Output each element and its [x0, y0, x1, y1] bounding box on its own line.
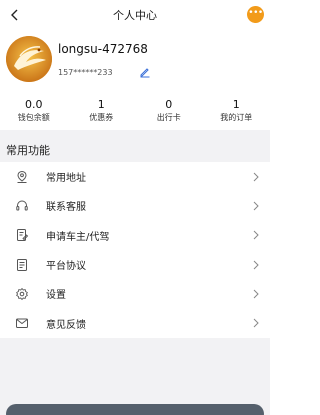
menu-label: 意见反馈	[46, 319, 86, 331]
menu-label: 设置	[46, 290, 66, 302]
menu-item-apply-driver[interactable]: 申请车主/代驾	[0, 221, 270, 250]
document-icon	[14, 257, 30, 273]
avatar[interactable]	[6, 36, 52, 82]
back-button[interactable]	[6, 6, 24, 24]
stat-label: 出行卡	[156, 113, 181, 122]
chevron-right-icon	[253, 289, 259, 299]
stat-label: 我的订单	[220, 113, 253, 122]
more-dots-icon: •••	[248, 7, 263, 18]
phone-number: 157******233	[58, 68, 113, 77]
stat-label: 优惠券	[89, 113, 114, 122]
headset-icon	[14, 198, 30, 214]
menu-label: 常用地址	[46, 173, 86, 185]
chevron-left-icon	[11, 9, 18, 21]
username: longsu-472768	[58, 42, 148, 56]
edit-pencil-icon[interactable]	[139, 66, 151, 78]
dragon-logo-icon	[6, 36, 52, 82]
stat-travel-card[interactable]: 0 出行卡	[135, 92, 203, 130]
envelope-icon	[14, 315, 30, 331]
menu-label: 联系客服	[46, 202, 86, 214]
stat-value: 0.0	[25, 98, 43, 111]
gear-icon	[14, 286, 30, 302]
chevron-right-icon	[253, 318, 259, 328]
function-menu: 常用地址 联系客服 申请车主/代驾 平台协议 设置 意见反馈	[0, 162, 270, 338]
more-options-button[interactable]: •••	[247, 6, 264, 23]
stat-orders[interactable]: 1 我的订单	[203, 92, 271, 130]
menu-label: 平台协议	[46, 261, 86, 273]
page-title: 个人中心	[113, 9, 157, 22]
section-title: 常用功能	[6, 144, 50, 157]
stat-coupons[interactable]: 1 优惠券	[68, 92, 136, 130]
profile-page: 个人中心 ••• longsu-472768 157******233 0.0 …	[0, 0, 270, 415]
location-pin-icon	[14, 169, 30, 185]
chevron-right-icon	[253, 230, 259, 240]
application-form-icon	[14, 227, 30, 243]
menu-item-customer-service[interactable]: 联系客服	[0, 191, 270, 220]
stats-row: 0.0 钱包余额 1 优惠券 0 出行卡 1 我的订单	[0, 92, 270, 130]
bottom-action-bar[interactable]	[6, 404, 264, 415]
menu-label: 申请车主/代驾	[46, 231, 110, 243]
menu-item-addresses[interactable]: 常用地址	[0, 162, 270, 191]
stat-label: 钱包余额	[17, 113, 50, 122]
chevron-right-icon	[253, 201, 259, 211]
stat-wallet[interactable]: 0.0 钱包余额	[0, 92, 68, 130]
top-bar: 个人中心 •••	[0, 0, 270, 30]
menu-item-platform-agreement[interactable]: 平台协议	[0, 250, 270, 279]
menu-item-feedback[interactable]: 意见反馈	[0, 308, 270, 337]
menu-item-settings[interactable]: 设置	[0, 279, 270, 308]
chevron-right-icon	[253, 260, 259, 269]
chevron-right-icon	[253, 172, 259, 181]
stat-value: 1	[97, 98, 105, 111]
profile-card[interactable]: longsu-472768 157******233	[0, 30, 270, 92]
stat-value: 0	[165, 98, 173, 111]
stat-value: 1	[232, 98, 240, 111]
